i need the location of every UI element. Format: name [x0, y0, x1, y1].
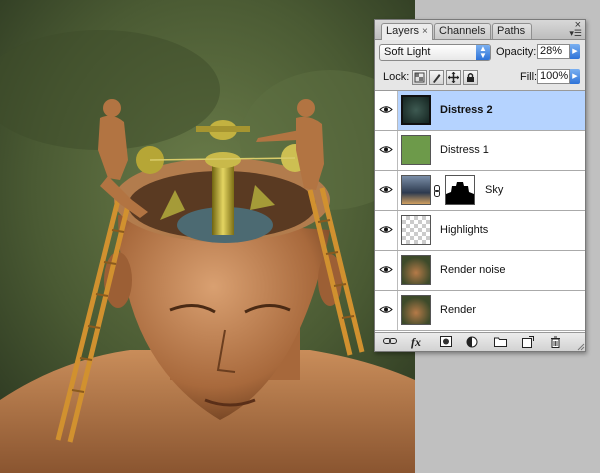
layer-thumbnail[interactable]: [401, 255, 431, 285]
layer-name[interactable]: Highlights: [440, 224, 488, 236]
layer-thumbnail[interactable]: [401, 295, 431, 325]
blend-mode-value: Soft Light: [384, 46, 431, 58]
panel-menu-icon[interactable]: ▾☰: [569, 28, 582, 39]
layer-row[interactable]: Render: [375, 291, 585, 331]
document-canvas[interactable]: [0, 0, 415, 473]
layer-row[interactable]: Highlights: [375, 211, 585, 251]
blend-mode-select[interactable]: Soft Light ▲ ▼: [379, 44, 491, 61]
lock-all-icon[interactable]: [463, 70, 478, 85]
lock-label: Lock:: [383, 71, 410, 83]
visibility-toggle[interactable]: [375, 131, 398, 170]
eye-icon: [379, 266, 393, 273]
layers-list[interactable]: Distress 2 Distress 1 Sky Highlights Ren…: [375, 90, 585, 333]
fill-label: Fill:: [520, 71, 538, 83]
chain-link-icon[interactable]: [433, 185, 441, 197]
mask-icon[interactable]: [439, 336, 453, 348]
tab-close-icon[interactable]: ×: [422, 24, 428, 39]
lock-transparent-pixels-icon[interactable]: [412, 70, 427, 85]
layer-name[interactable]: Distress 1: [440, 144, 489, 156]
layer-row[interactable]: Distress 2: [375, 91, 585, 131]
opacity-slider-arrow-icon[interactable]: ▶: [570, 44, 580, 59]
layer-thumbnail[interactable]: [401, 215, 431, 245]
tab-layers-label: Layers: [386, 25, 420, 37]
layer-thumbnail[interactable]: [401, 175, 431, 205]
lock-position-icon[interactable]: [446, 70, 461, 85]
fx-icon[interactable]: fx: [409, 336, 423, 348]
visibility-toggle[interactable]: [375, 251, 398, 290]
tab-layers[interactable]: Layers ×: [381, 23, 433, 40]
opacity-input[interactable]: 28%: [537, 44, 570, 59]
tab-channels[interactable]: Channels: [434, 23, 491, 39]
eye-icon: [379, 186, 393, 193]
adjustment-icon[interactable]: [465, 336, 479, 348]
layer-name[interactable]: Render noise: [440, 264, 505, 276]
layer-row[interactable]: Sky: [375, 171, 585, 211]
layer-mask-thumbnail[interactable]: [445, 175, 475, 205]
trash-icon[interactable]: [548, 336, 562, 348]
opacity-label: Opacity:: [496, 46, 537, 58]
lock-image-pixels-icon[interactable]: [429, 70, 444, 85]
layer-row[interactable]: Render noise: [375, 251, 585, 291]
eye-icon: [379, 146, 393, 153]
resize-grip-icon[interactable]: [577, 343, 585, 351]
new-layer-icon[interactable]: [521, 336, 535, 348]
layer-row[interactable]: Distress 1: [375, 131, 585, 171]
eye-icon: [379, 106, 393, 113]
layer-name[interactable]: Render: [440, 304, 476, 316]
layers-panel[interactable]: Layers × Channels Paths × ▾☰ Soft Light ▲…: [374, 19, 586, 352]
tab-channels-label: Channels: [439, 25, 486, 37]
eye-icon: [379, 306, 393, 313]
visibility-toggle[interactable]: [375, 291, 398, 330]
layer-thumbnail[interactable]: [401, 135, 431, 165]
visibility-toggle[interactable]: [375, 171, 398, 210]
artwork: [0, 0, 415, 473]
eye-icon: [379, 226, 393, 233]
layer-thumbnail[interactable]: [401, 95, 431, 125]
layer-name[interactable]: Sky: [485, 184, 503, 196]
layer-name[interactable]: Distress 2: [440, 104, 493, 116]
layers-panel-toolbar: fx: [375, 333, 585, 351]
link-icon[interactable]: [383, 336, 397, 348]
fill-slider-arrow-icon[interactable]: ▶: [570, 69, 580, 84]
visibility-toggle[interactable]: [375, 91, 398, 130]
folder-icon[interactable]: [493, 336, 507, 348]
tab-paths[interactable]: Paths: [492, 23, 532, 39]
panel-tab-bar: Layers × Channels Paths × ▾☰: [375, 19, 585, 40]
visibility-toggle[interactable]: [375, 211, 398, 250]
select-arrows-icon: ▲ ▼: [476, 45, 490, 60]
fill-input[interactable]: 100%: [537, 69, 570, 84]
tab-paths-label: Paths: [497, 25, 526, 37]
